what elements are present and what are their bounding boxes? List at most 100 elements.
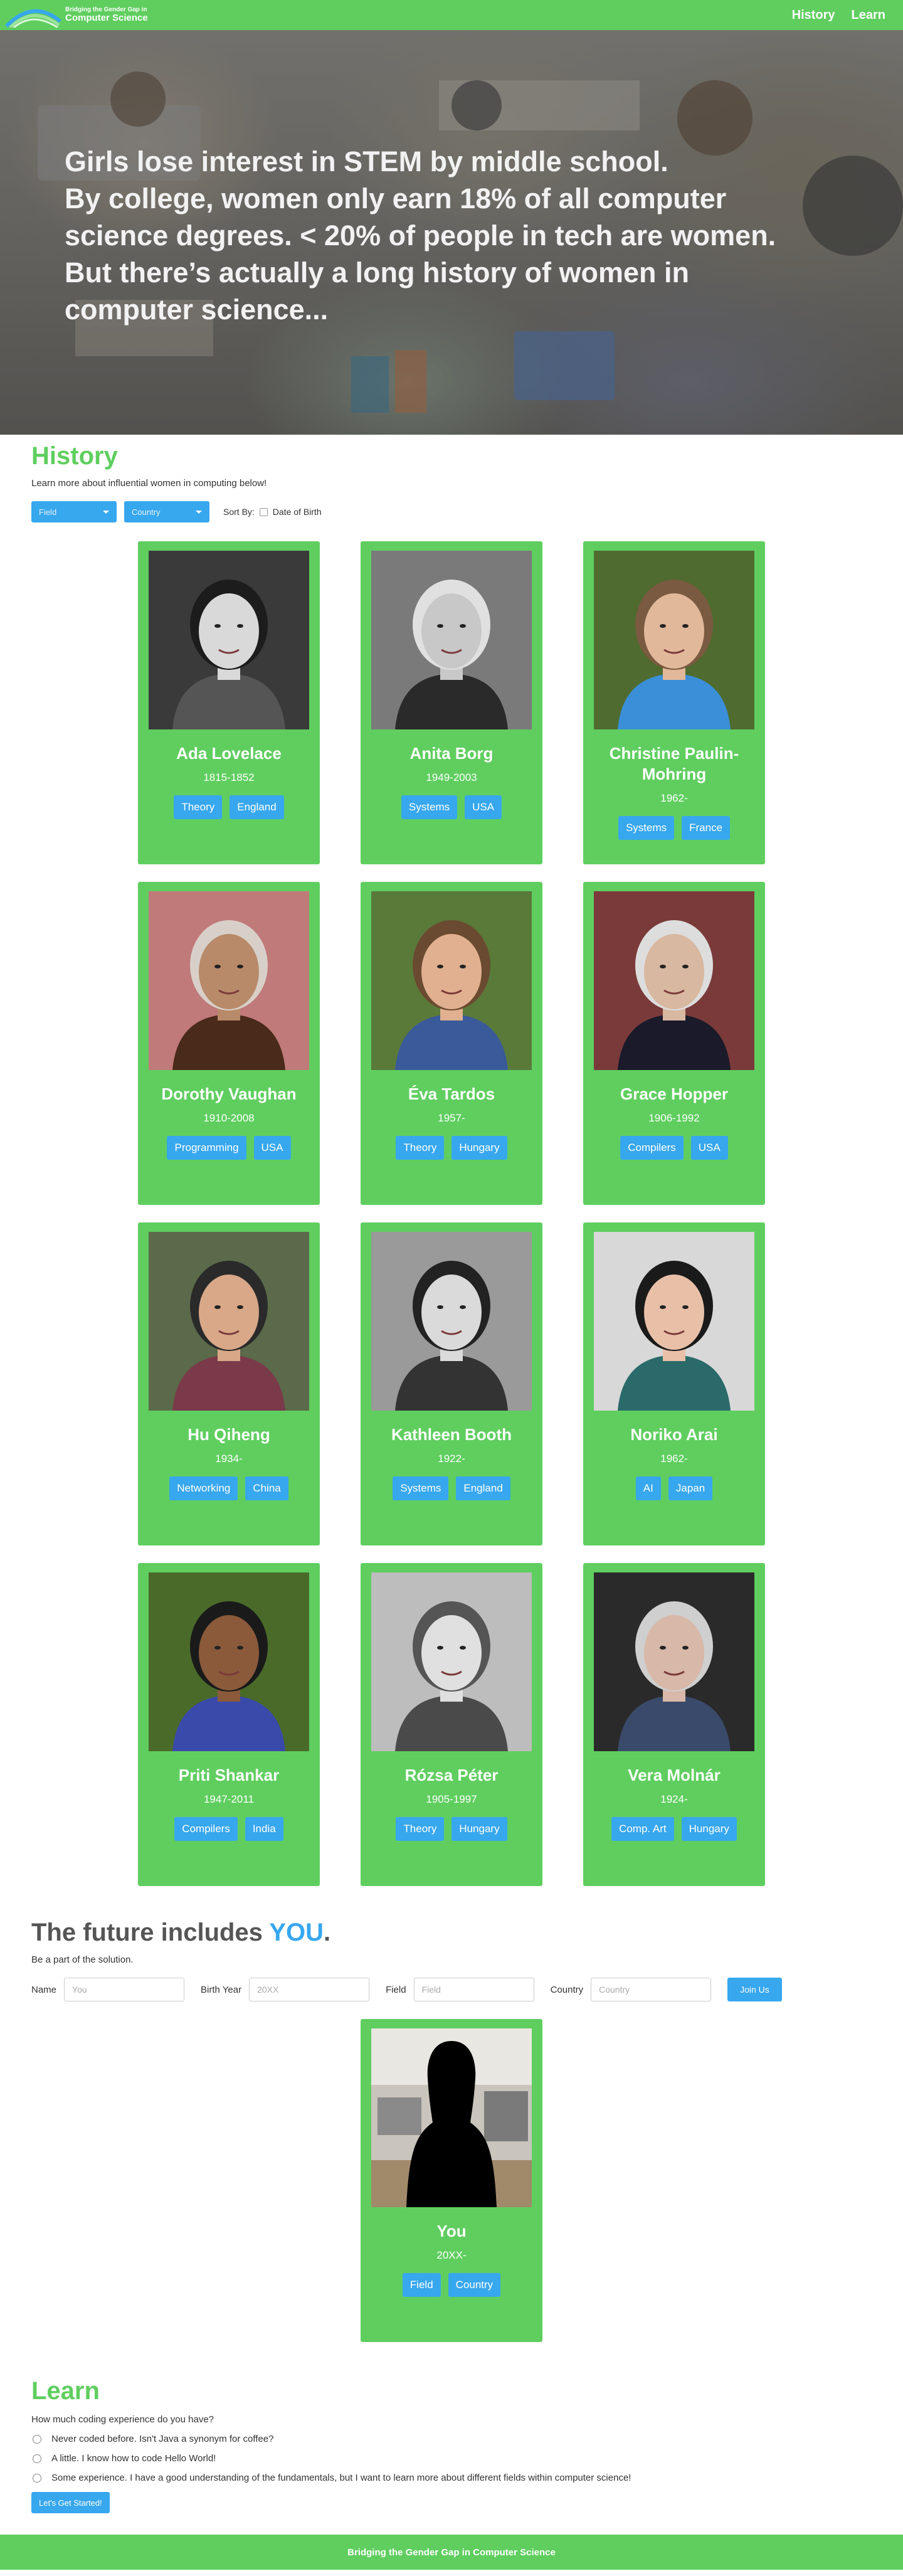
- people-grid: Ada Lovelace 1815-1852 Theory England Anita …: [138, 541, 765, 1886]
- country-tag[interactable]: Japan: [668, 1476, 713, 1500]
- person-card: Rózsa Péter 1905-1997 Theory Hungary: [361, 1563, 542, 1886]
- portrait-image: [149, 1232, 309, 1411]
- field-tag[interactable]: Systems: [401, 795, 458, 819]
- person-photo: [371, 1232, 532, 1411]
- experience-option-some[interactable]: Some experience. I have a good understan…: [31, 2473, 872, 2483]
- person-card: Dorothy Vaughan 1910-2008 Programming USA: [138, 882, 320, 1205]
- silhouette-icon: [371, 2028, 532, 2207]
- field-tag[interactable]: Theory: [396, 1136, 445, 1160]
- person-years: 20XX-: [436, 2249, 467, 2261]
- country-tag[interactable]: USA: [253, 1136, 291, 1160]
- person-name: Anita Borg: [409, 744, 494, 763]
- birth-year-label: Birth Year: [201, 1984, 242, 1995]
- person-name: Rózsa Péter: [404, 1766, 499, 1784]
- field-tag[interactable]: Theory: [174, 795, 223, 819]
- person-card: Priti Shankar 1947-2011 Compilers India: [138, 1563, 320, 1886]
- country-label: Country: [550, 1984, 584, 1995]
- person-photo: [371, 551, 532, 729]
- country-tag[interactable]: China: [245, 1476, 288, 1500]
- field-tag[interactable]: Programming: [167, 1136, 246, 1160]
- sort-date-checkbox[interactable]: [259, 507, 268, 516]
- person-card: Christine Paulin-Mohring 1962- Systems Fran…: [583, 541, 765, 864]
- experience-option-little[interactable]: A little. I know how to code Hello World…: [31, 2453, 872, 2464]
- field-dropdown[interactable]: Field: [31, 501, 117, 522]
- person-years: 1922-: [438, 1453, 465, 1465]
- experience-question: How much coding experience do you have?: [31, 2414, 214, 2425]
- person-name: Kathleen Booth: [391, 1425, 512, 1444]
- country-tag[interactable]: England: [230, 795, 284, 819]
- brand-title: Computer Science: [65, 13, 148, 24]
- name-label: Name: [31, 1984, 57, 1995]
- nav-link-learn[interactable]: Learn: [852, 8, 885, 23]
- country-tag[interactable]: Hungary: [452, 1817, 507, 1841]
- radio-button[interactable]: [33, 2434, 41, 2444]
- country-dropdown[interactable]: Country: [124, 501, 209, 522]
- country-tag[interactable]: Hungary: [681, 1817, 737, 1841]
- person-years: 1910-2008: [203, 1112, 255, 1124]
- history-subtitle: Learn more about influential women in co…: [31, 478, 267, 489]
- country-tag[interactable]: Hungary: [452, 1136, 507, 1160]
- field-tag[interactable]: Networking: [169, 1476, 238, 1500]
- portrait-image: [149, 891, 309, 1070]
- person-card: Éva Tardos 1957- Theory Hungary: [361, 882, 542, 1205]
- portrait-image: [594, 1572, 754, 1751]
- radio-button[interactable]: [33, 2454, 41, 2463]
- field-tag[interactable]: Compilers: [174, 1817, 238, 1841]
- hero-headline: Girls lose interest in STEM by middle sc…: [65, 146, 776, 326]
- experience-option-none[interactable]: Never coded before. Isn't Java a synonym…: [31, 2434, 872, 2444]
- learn-section: Learn How much coding experience do you …: [0, 2377, 903, 2513]
- portrait-image: [371, 1572, 532, 1751]
- you-card: You 20XX- Field Country: [361, 2019, 542, 2342]
- brand-logo[interactable]: Bridging the Gender Gap in Computer Scie…: [5, 3, 148, 28]
- person-card: Grace Hopper 1906-1992 Compilers USA: [583, 882, 765, 1205]
- join-form: Name Birth Year Field Country Join Us: [31, 1978, 872, 2001]
- person-photo: [149, 1232, 309, 1411]
- portrait-image: [149, 551, 309, 729]
- person-years: 1934-: [215, 1453, 243, 1465]
- country-tag[interactable]: India: [245, 1817, 283, 1841]
- history-title: History: [31, 442, 118, 470]
- person-card: Hu Qiheng 1934- Networking China: [138, 1222, 320, 1545]
- future-subtitle: Be a part of the solution.: [31, 1954, 134, 1965]
- person-years: 1815-1852: [203, 771, 255, 783]
- future-section: The future includes YOU. Be a part of th…: [0, 1919, 903, 2342]
- country-tag[interactable]: USA: [465, 795, 502, 819]
- country-tag[interactable]: France: [682, 816, 731, 840]
- person-photo: [594, 891, 754, 1070]
- portrait-image: [371, 891, 532, 1070]
- person-photo: [594, 1572, 754, 1751]
- radio-button[interactable]: [33, 2473, 41, 2483]
- person-name: Christine Paulin-Mohring: [609, 744, 739, 783]
- footer: Bridging the Gender Gap in Computer Scie…: [0, 2535, 903, 2570]
- field-tag[interactable]: Field: [402, 2273, 441, 2297]
- field-tag[interactable]: Theory: [396, 1817, 445, 1841]
- top-navbar: Bridging the Gender Gap in Computer Scie…: [0, 0, 903, 30]
- person-name: Hu Qiheng: [187, 1425, 270, 1444]
- person-name: Noriko Arai: [630, 1425, 718, 1444]
- field-tag[interactable]: Systems: [393, 1476, 449, 1500]
- field-tag[interactable]: AI: [635, 1476, 661, 1500]
- country-tag[interactable]: Country: [448, 2273, 501, 2297]
- field-input[interactable]: [413, 1978, 534, 2001]
- join-us-button[interactable]: Join Us: [727, 1978, 782, 2001]
- person-card: Noriko Arai 1962- AI Japan: [583, 1222, 765, 1545]
- portrait-image: [594, 891, 754, 1070]
- portrait-image: [371, 551, 532, 729]
- name-input[interactable]: [64, 1978, 185, 2001]
- country-input[interactable]: [591, 1978, 712, 2001]
- country-tag[interactable]: USA: [690, 1136, 728, 1160]
- nav-link-history[interactable]: History: [792, 8, 835, 23]
- portrait-image: [149, 1572, 309, 1751]
- history-section: History Learn more about influential wom…: [0, 442, 903, 1886]
- chevron-down-icon: [196, 510, 202, 514]
- field-tag[interactable]: Compilers: [620, 1136, 684, 1160]
- birth-year-input[interactable]: [249, 1978, 370, 2001]
- get-started-button[interactable]: Let's Get Started!: [31, 2492, 110, 2513]
- person-photo: [594, 551, 754, 729]
- field-tag[interactable]: Comp. Art: [611, 1817, 674, 1841]
- person-card: Vera Molnár 1924- Comp. Art Hungary: [583, 1563, 765, 1886]
- learn-title: Learn: [31, 2377, 100, 2405]
- country-tag[interactable]: England: [456, 1476, 510, 1500]
- field-tag[interactable]: Systems: [618, 816, 675, 840]
- person-photo: [149, 891, 309, 1070]
